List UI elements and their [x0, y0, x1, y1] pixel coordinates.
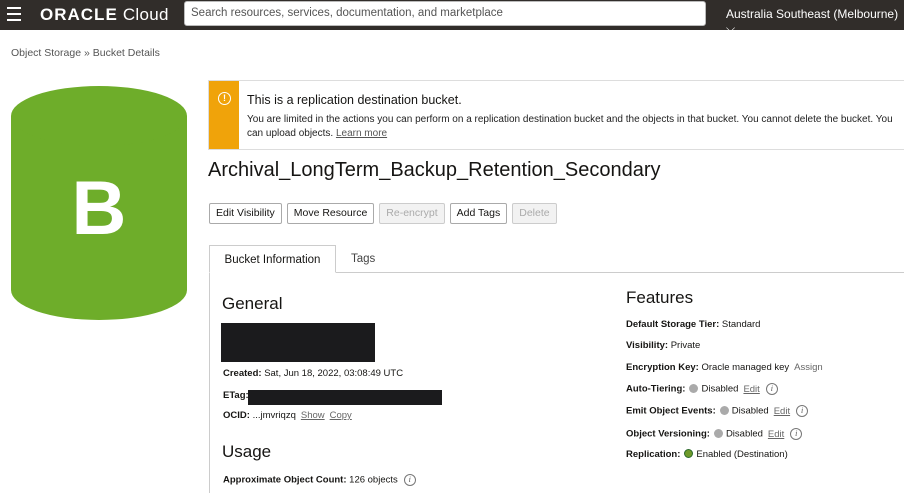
add-tags-button[interactable]: Add Tags — [449, 203, 508, 224]
breadcrumb-object-storage[interactable]: Object Storage — [11, 47, 81, 59]
general-heading: General — [222, 294, 283, 313]
breadcrumb-current: Bucket Details — [92, 47, 160, 59]
search-input[interactable]: Search resources, services, documentatio… — [184, 1, 706, 26]
assign-key-link[interactable]: Assign — [794, 362, 823, 373]
edit-visibility-button[interactable]: Edit Visibility — [209, 203, 282, 224]
redacted-name-block — [221, 323, 375, 362]
versioning-edit-link[interactable]: Edit — [768, 429, 784, 440]
breadcrumb: Object Storage » Bucket Details — [11, 47, 160, 59]
storage-tier-row: Default Storage Tier: Standard — [626, 319, 761, 330]
warning-icon: ! — [218, 92, 231, 105]
action-toolbar: Edit Visibility Move Resource Re-encrypt… — [209, 203, 557, 224]
etag-row: ETag: — [223, 390, 249, 401]
page-title: Archival_LongTerm_Backup_Retention_Secon… — [208, 159, 661, 181]
banner-title: This is a replication destination bucket… — [247, 93, 462, 107]
region-selector[interactable]: Australia Southeast (Melbourne) ⌵ — [726, 7, 904, 36]
enabled-status-dot-icon — [684, 449, 694, 458]
hamburger-menu-icon[interactable] — [7, 7, 21, 21]
auto-tiering-row: Auto-Tiering: Disabled Edit i — [626, 383, 778, 395]
info-icon[interactable]: i — [790, 428, 803, 440]
ocid-show-link[interactable]: Show — [301, 410, 325, 421]
info-icon[interactable]: i — [796, 405, 809, 417]
learn-more-link[interactable]: Learn more — [336, 128, 387, 139]
bucket-icon: B — [11, 86, 187, 320]
features-heading: Features — [626, 288, 694, 307]
top-navigation-bar: ORACLE Cloud Search resources, services,… — [0, 0, 904, 35]
move-resource-button[interactable]: Move Resource — [286, 203, 375, 224]
versioning-row: Object Versioning: Disabled Edit i — [626, 428, 803, 440]
status-dot-icon — [713, 428, 723, 438]
panel-border — [209, 273, 210, 493]
warning-stripe: ! — [209, 81, 239, 149]
created-row: Created: Sat, Jun 18, 2022, 03:08:49 UTC — [223, 368, 404, 379]
replication-warning-banner: ! This is a replication destination buck… — [208, 80, 904, 150]
bucket-icon-letter: B — [72, 166, 127, 251]
object-count-row: Approximate Object Count: 126 objects i — [223, 474, 416, 486]
re-encrypt-button[interactable]: Re-encrypt — [379, 203, 445, 224]
ocid-row: OCID: ...jmvriqzq Show Copy — [223, 410, 352, 421]
redacted-etag — [248, 390, 442, 405]
emit-events-edit-link[interactable]: Edit — [774, 406, 790, 417]
banner-text: You are limited in the actions you can p… — [247, 114, 893, 139]
tab-bucket-information[interactable]: Bucket Information — [209, 245, 336, 273]
info-icon[interactable]: i — [765, 383, 778, 395]
delete-button[interactable]: Delete — [512, 203, 557, 224]
status-dot-icon — [719, 405, 729, 415]
tab-tags[interactable]: Tags — [351, 245, 375, 273]
info-icon[interactable]: i — [403, 474, 416, 486]
visibility-row: Visibility: Private — [626, 340, 701, 351]
auto-tiering-edit-link[interactable]: Edit — [743, 384, 759, 395]
chevron-down-icon: ⌵ — [726, 21, 736, 35]
replication-row: Replication: Enabled (Destination) — [626, 449, 788, 460]
ocid-copy-link[interactable]: Copy — [330, 410, 352, 421]
breadcrumb-separator: » — [83, 47, 90, 59]
usage-heading: Usage — [222, 442, 272, 461]
status-dot-icon — [689, 383, 699, 393]
encryption-row: Encryption Key: Oracle managed key Assign — [626, 362, 823, 373]
tab-bar: Bucket Information Tags — [209, 245, 904, 273]
oracle-cloud-logo[interactable]: ORACLE Cloud — [40, 5, 169, 25]
emit-events-row: Emit Object Events: Disabled Edit i — [626, 405, 809, 417]
